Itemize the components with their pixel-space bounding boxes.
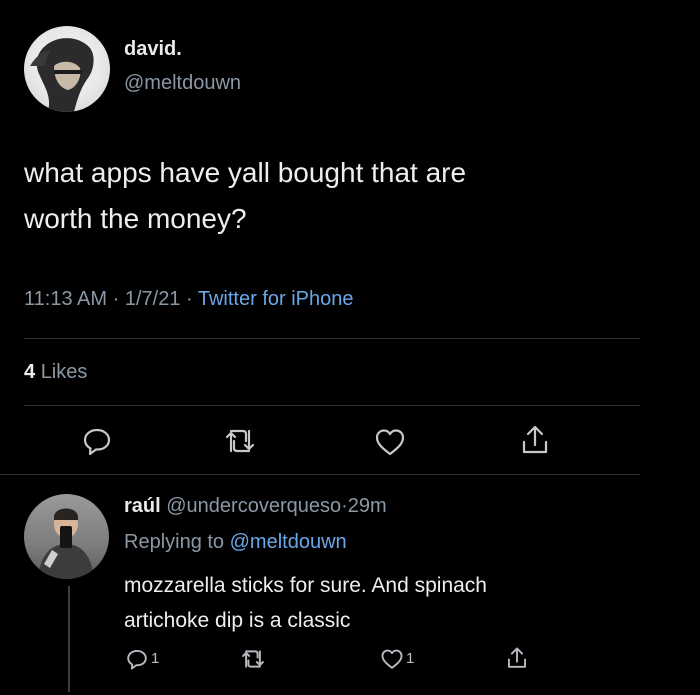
meta-separator: · xyxy=(186,288,193,310)
tweet-author-handle[interactable]: @meltdouwn xyxy=(124,72,241,95)
share-icon[interactable] xyxy=(520,424,550,456)
heart-icon[interactable] xyxy=(374,427,406,457)
divider xyxy=(0,474,640,475)
likes-label: Likes xyxy=(40,361,88,383)
retweet-icon[interactable] xyxy=(223,427,257,455)
divider xyxy=(24,338,640,339)
reply-icon[interactable] xyxy=(82,426,112,456)
tweet-source-link[interactable]: Twitter for iPhone xyxy=(198,288,354,310)
reply-author-name[interactable]: raúl xyxy=(124,495,161,517)
reply-icon[interactable] xyxy=(126,648,148,670)
tweet-time: 11:13 AM xyxy=(24,288,108,310)
tweet-date: 1/7/21 xyxy=(124,288,181,310)
thread-line xyxy=(68,586,70,692)
like-count: 1 xyxy=(406,650,415,667)
replying-to-label: Replying to xyxy=(124,531,225,553)
avatar-photo xyxy=(38,508,94,579)
reply-age: 29m xyxy=(347,495,387,517)
divider xyxy=(24,405,640,406)
reply-text: mozzarella sticks for sure. And spinach … xyxy=(124,568,487,638)
meta-separator: · xyxy=(341,495,348,517)
tweet-text-line-1: what apps have yall bought that are xyxy=(24,157,467,188)
reply-text-line-1: mozzarella sticks for sure. And spinach xyxy=(124,574,487,597)
reply-text-line-2: artichoke dip is a classic xyxy=(124,609,351,632)
reply-header: raúl @undercoverqueso·29m xyxy=(124,495,387,518)
tweet-author-name[interactable]: david. xyxy=(124,38,182,61)
likes-count: 4 xyxy=(24,361,36,383)
share-icon[interactable] xyxy=(506,645,528,671)
tweet-text-line-2: worth the money? xyxy=(24,203,247,234)
meta-separator: · xyxy=(112,288,120,310)
heart-icon[interactable] xyxy=(380,648,404,670)
retweet-icon[interactable] xyxy=(240,648,266,670)
tweet-text: what apps have yall bought that are wort… xyxy=(24,150,466,242)
tweet-meta: 11:13 AM · 1/7/21 · Twitter for iPhone xyxy=(24,288,354,311)
avatar[interactable] xyxy=(24,26,110,112)
reply-avatar[interactable] xyxy=(24,494,109,579)
avatar-illustration xyxy=(30,38,94,112)
reply-count: 1 xyxy=(151,650,160,667)
replying-to-handle[interactable]: @meltdouwn xyxy=(230,531,347,553)
likes-stat[interactable]: 4 Likes xyxy=(24,361,87,384)
reply-author-handle[interactable]: @undercoverqueso xyxy=(166,495,341,517)
replying-to: Replying to @meltdouwn xyxy=(124,531,347,554)
